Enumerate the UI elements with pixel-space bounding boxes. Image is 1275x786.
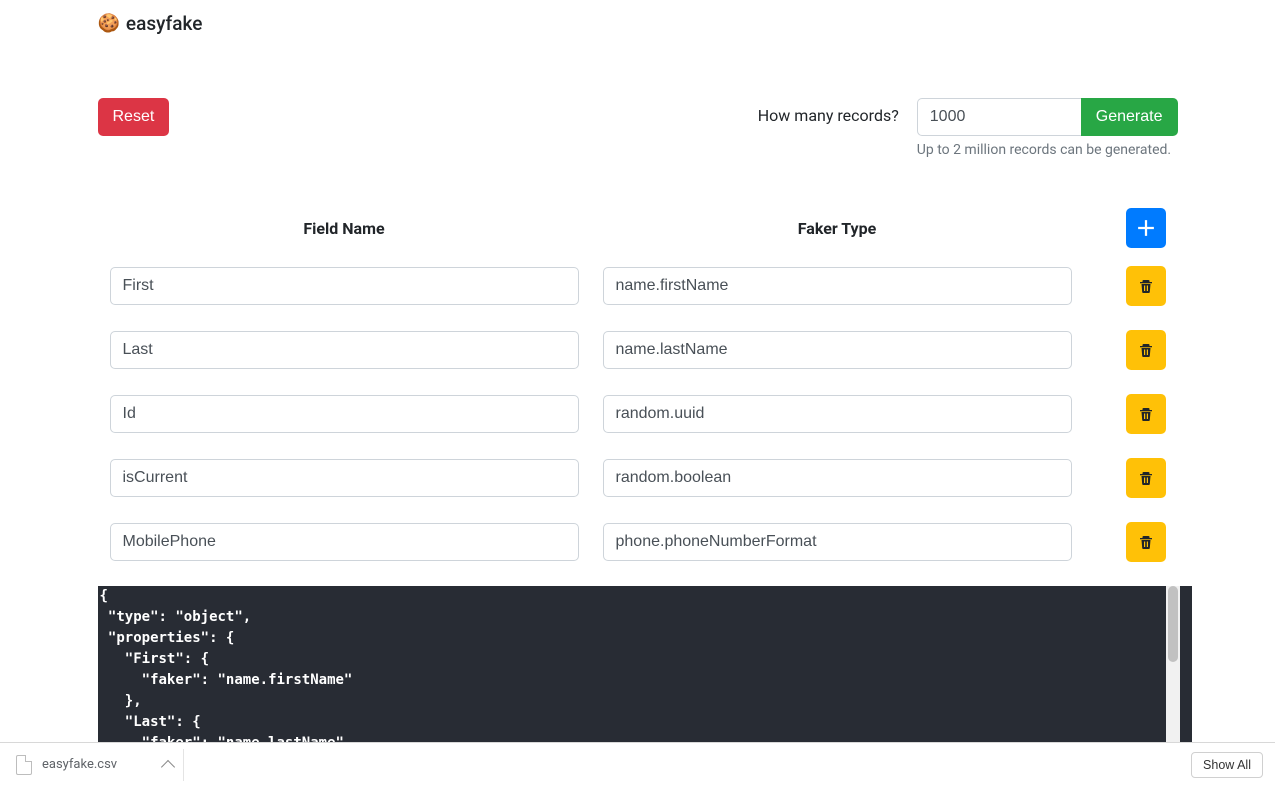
json-preview: { "type": "object", "properties": { "Fir… bbox=[98, 586, 1192, 746]
app-title-bar: 🍪 easyfake bbox=[98, 0, 1178, 43]
delete-field-button[interactable] bbox=[1126, 394, 1166, 434]
records-input[interactable] bbox=[917, 98, 1081, 136]
trash-icon bbox=[1138, 342, 1154, 358]
generate-button[interactable]: Generate bbox=[1081, 98, 1178, 136]
trash-icon bbox=[1138, 470, 1154, 486]
faker-type-input[interactable] bbox=[603, 267, 1072, 305]
trash-icon bbox=[1138, 406, 1154, 422]
field-name-input[interactable] bbox=[110, 267, 579, 305]
chevron-up-icon bbox=[161, 759, 175, 773]
delete-field-button[interactable] bbox=[1126, 522, 1166, 562]
reset-button[interactable]: Reset bbox=[98, 98, 170, 136]
records-help-text: Up to 2 million records can be generated… bbox=[917, 142, 1178, 158]
field-name-input[interactable] bbox=[110, 459, 579, 497]
download-item[interactable]: easyfake.csv bbox=[8, 749, 184, 781]
faker-type-input[interactable] bbox=[603, 523, 1072, 561]
plus-icon bbox=[1137, 219, 1155, 237]
field-name-input[interactable] bbox=[110, 523, 579, 561]
field-name-input[interactable] bbox=[110, 331, 579, 369]
field-name-input[interactable] bbox=[110, 395, 579, 433]
delete-field-button[interactable] bbox=[1126, 458, 1166, 498]
faker-type-input[interactable] bbox=[603, 395, 1072, 433]
column-header-faker-type: Faker Type bbox=[603, 219, 1072, 238]
file-icon bbox=[16, 755, 32, 775]
records-label: How many records? bbox=[758, 98, 899, 125]
app-title: easyfake bbox=[126, 12, 202, 35]
trash-icon bbox=[1138, 278, 1154, 294]
cookie-icon: 🍪 bbox=[98, 13, 120, 34]
show-all-button[interactable]: Show All bbox=[1191, 752, 1263, 778]
field-row bbox=[110, 330, 1166, 370]
code-scrollbar[interactable] bbox=[1166, 586, 1180, 746]
column-header-field-name: Field Name bbox=[110, 219, 579, 238]
delete-field-button[interactable] bbox=[1126, 330, 1166, 370]
code-scrollbar-thumb[interactable] bbox=[1168, 586, 1178, 662]
field-row bbox=[110, 266, 1166, 306]
faker-type-input[interactable] bbox=[603, 331, 1072, 369]
field-row bbox=[110, 522, 1166, 562]
download-file-name: easyfake.csv bbox=[42, 757, 117, 772]
add-field-button[interactable] bbox=[1126, 208, 1166, 248]
faker-type-input[interactable] bbox=[603, 459, 1072, 497]
field-row bbox=[110, 458, 1166, 498]
trash-icon bbox=[1138, 534, 1154, 550]
delete-field-button[interactable] bbox=[1126, 266, 1166, 306]
downloads-bar: easyfake.csv Show All bbox=[0, 742, 1275, 786]
field-row bbox=[110, 394, 1166, 434]
